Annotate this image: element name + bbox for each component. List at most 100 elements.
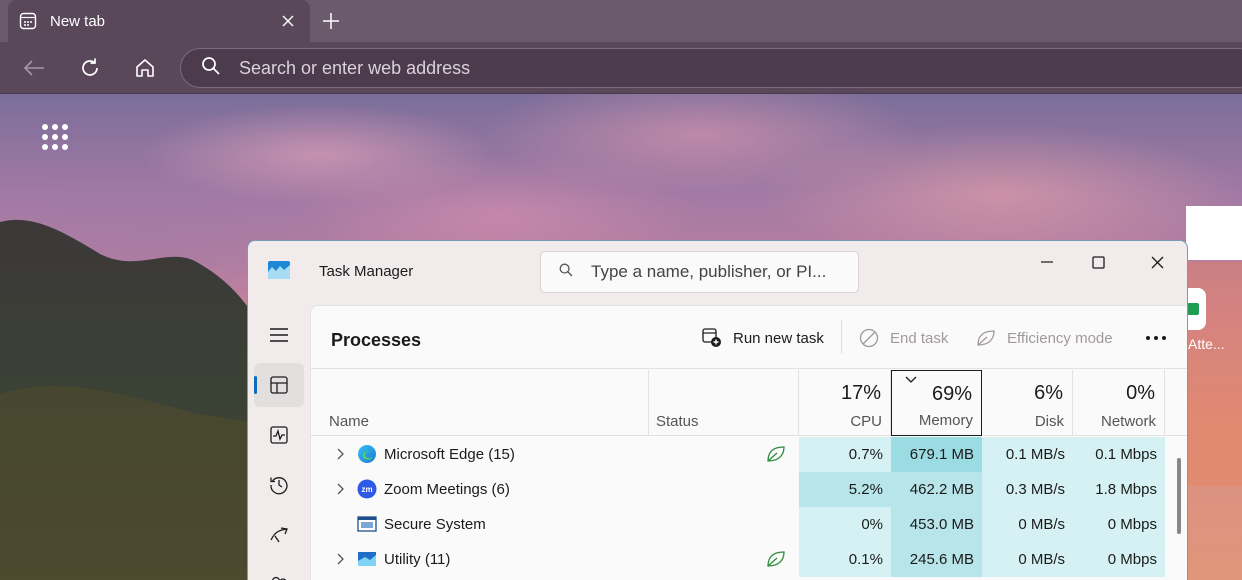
column-cpu-label: CPU bbox=[850, 413, 882, 430]
toolbar-divider bbox=[841, 320, 842, 354]
table-header: Name Status 17% CPU 69% Memory 6% Disk 0… bbox=[311, 370, 1187, 436]
column-status[interactable]: Status bbox=[649, 370, 799, 436]
search-icon bbox=[559, 263, 573, 282]
navigation-sidebar bbox=[248, 305, 310, 580]
window-title: Task Manager bbox=[319, 263, 414, 280]
minimize-icon[interactable] bbox=[1024, 246, 1070, 278]
process-search-box[interactable] bbox=[540, 251, 859, 293]
chevron-right-icon[interactable] bbox=[333, 552, 347, 566]
new-tab-plus-icon[interactable] bbox=[316, 6, 346, 36]
efficiency-leaf-icon bbox=[767, 551, 785, 567]
title-bar: Task Manager bbox=[248, 241, 1187, 305]
page-title: Processes bbox=[331, 330, 422, 350]
column-memory-label: Memory bbox=[918, 412, 973, 429]
zoom-icon: zm bbox=[357, 479, 377, 499]
tab-strip: New tab bbox=[0, 0, 1242, 42]
table-row[interactable]: Secure System 0% 453.0 MB 0 MB/s 0 Mbps bbox=[311, 507, 1187, 542]
quick-link-label[interactable]: Atte... bbox=[1188, 336, 1225, 352]
disk-value: 0 MB/s bbox=[982, 507, 1073, 542]
efficiency-mode-label: Efficiency mode bbox=[1007, 329, 1113, 347]
network-value: 0 Mbps bbox=[1073, 542, 1165, 577]
browser-toolbar bbox=[0, 42, 1242, 94]
maximize-icon[interactable] bbox=[1075, 246, 1121, 278]
disk-value: 0 MB/s bbox=[982, 542, 1073, 577]
column-name[interactable]: Name bbox=[311, 370, 649, 436]
close-icon[interactable] bbox=[1134, 246, 1180, 278]
column-disk[interactable]: 6% Disk bbox=[982, 370, 1073, 436]
column-network[interactable]: 0% Network bbox=[1073, 370, 1165, 436]
process-name: Zoom Meetings (6) bbox=[384, 481, 510, 498]
table-row[interactable]: Utility (11) 0.1% 245.6 MB 0 MB/s 0 Mbps bbox=[311, 542, 1187, 577]
run-new-task-label: Run new task bbox=[733, 329, 824, 347]
nav-performance-icon[interactable] bbox=[254, 413, 304, 457]
end-task-icon bbox=[858, 327, 880, 349]
disk-value: 0.3 MB/s bbox=[982, 472, 1073, 507]
network-value: 0.1 Mbps bbox=[1073, 437, 1165, 472]
home-icon[interactable] bbox=[129, 52, 161, 84]
content-panel bbox=[1186, 206, 1242, 260]
memory-value: 679.1 MB bbox=[891, 437, 982, 472]
run-new-task-button[interactable]: Run new task bbox=[701, 324, 824, 352]
column-disk-label: Disk bbox=[1034, 413, 1064, 430]
address-bar[interactable] bbox=[180, 48, 1242, 88]
apps-launcher-icon[interactable] bbox=[42, 124, 68, 150]
disk-total: 6% bbox=[1034, 382, 1063, 404]
back-arrow-icon[interactable] bbox=[18, 52, 50, 84]
disk-value: 0.1 MB/s bbox=[982, 437, 1073, 472]
nav-processes-icon[interactable] bbox=[254, 363, 304, 407]
column-name-label: Name bbox=[329, 413, 370, 430]
memory-value: 453.0 MB bbox=[891, 507, 982, 542]
cpu-total: 17% bbox=[840, 382, 881, 404]
task-manager-window: Task Manager Type a name, publisher, or … bbox=[247, 240, 1188, 580]
address-input[interactable] bbox=[239, 57, 1039, 79]
sheet-app-icon bbox=[1187, 303, 1199, 315]
memory-value: 245.6 MB bbox=[891, 542, 982, 577]
new-tab-page-icon bbox=[18, 11, 38, 31]
nav-startup-apps-icon[interactable] bbox=[254, 513, 304, 557]
cpu-value: 0% bbox=[799, 507, 891, 542]
processes-page: Processes Run new task End task Efficien… bbox=[310, 305, 1187, 580]
efficiency-leaf-icon bbox=[767, 446, 785, 462]
tab-new-tab[interactable]: New tab bbox=[8, 0, 310, 42]
column-status-label: Status bbox=[656, 413, 699, 430]
end-task-button[interactable]: End task bbox=[858, 324, 948, 352]
svg-text:zm: zm bbox=[361, 485, 372, 494]
nav-users-icon[interactable] bbox=[254, 563, 304, 580]
vertical-scrollbar[interactable] bbox=[1177, 458, 1181, 534]
chevron-right-icon[interactable] bbox=[333, 482, 347, 496]
secure-system-icon bbox=[357, 516, 377, 532]
column-cpu[interactable]: 17% CPU bbox=[799, 370, 891, 436]
process-name: Secure System bbox=[384, 516, 486, 533]
edge-icon bbox=[358, 445, 376, 463]
end-task-label: End task bbox=[890, 329, 949, 347]
network-value: 0 Mbps bbox=[1073, 507, 1165, 542]
process-search-input[interactable] bbox=[591, 262, 851, 282]
memory-total: 69% bbox=[931, 383, 972, 405]
run-new-task-icon bbox=[701, 327, 723, 349]
efficiency-leaf-icon bbox=[975, 327, 997, 349]
network-value: 1.8 Mbps bbox=[1073, 472, 1165, 507]
hamburger-menu-icon[interactable] bbox=[254, 313, 304, 357]
task-manager-logo-icon bbox=[268, 261, 290, 279]
tab-title: New tab bbox=[50, 12, 106, 30]
more-options-icon[interactable] bbox=[1141, 326, 1171, 350]
search-icon bbox=[201, 56, 221, 81]
table-row[interactable]: Microsoft Edge (15) 0.7% 679.1 MB 0.1 MB… bbox=[311, 437, 1187, 472]
chevron-right-icon[interactable] bbox=[333, 447, 347, 461]
nav-app-history-icon[interactable] bbox=[254, 463, 304, 507]
process-name: Utility (11) bbox=[384, 551, 451, 568]
efficiency-mode-button[interactable]: Efficiency mode bbox=[975, 324, 1113, 352]
network-total: 0% bbox=[1126, 382, 1155, 404]
sort-descending-icon bbox=[905, 376, 917, 383]
refresh-icon[interactable] bbox=[74, 52, 106, 84]
column-memory[interactable]: 69% Memory bbox=[891, 370, 982, 436]
memory-value: 462.2 MB bbox=[891, 472, 982, 507]
cpu-value: 0.7% bbox=[799, 437, 891, 472]
table-row[interactable]: zm Zoom Meetings (6) 5.2% 462.2 MB 0.3 M… bbox=[311, 472, 1187, 507]
command-bar: Processes Run new task End task Efficien… bbox=[311, 306, 1187, 369]
close-tab-icon[interactable] bbox=[278, 11, 298, 31]
cpu-value: 0.1% bbox=[799, 542, 891, 577]
cpu-value: 5.2% bbox=[799, 472, 891, 507]
process-name: Microsoft Edge (15) bbox=[384, 446, 515, 463]
utility-icon bbox=[358, 552, 376, 566]
